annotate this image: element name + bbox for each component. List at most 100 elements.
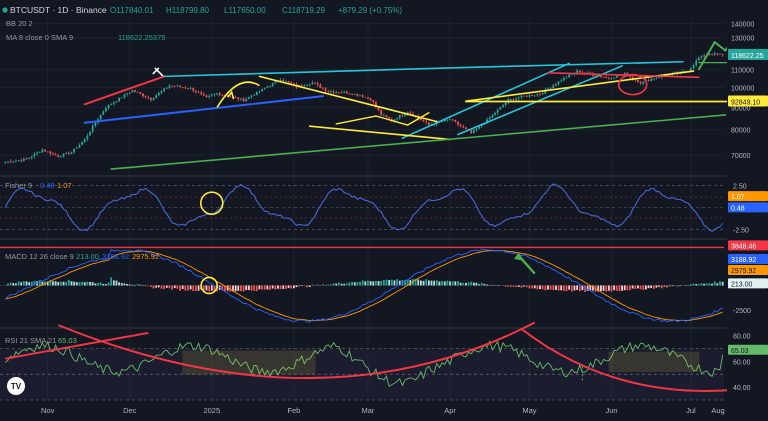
candle-body[interactable] bbox=[221, 94, 224, 96]
candle-body[interactable] bbox=[330, 91, 332, 93]
candle-body[interactable] bbox=[380, 110, 383, 116]
candle-body[interactable] bbox=[462, 126, 465, 128]
candle-body[interactable] bbox=[369, 98, 372, 101]
candle-body[interactable] bbox=[441, 121, 443, 123]
candle-body[interactable] bbox=[28, 157, 31, 159]
candle-body[interactable] bbox=[711, 54, 713, 55]
candle-body[interactable] bbox=[700, 55, 703, 58]
candle-body[interactable] bbox=[266, 86, 269, 88]
candle-body[interactable] bbox=[290, 82, 293, 84]
candle-body[interactable] bbox=[120, 97, 123, 99]
candle-body[interactable] bbox=[173, 85, 176, 87]
candle-body[interactable] bbox=[255, 91, 258, 96]
candle-body[interactable] bbox=[192, 87, 195, 91]
candle-body[interactable] bbox=[237, 97, 240, 100]
candle-body[interactable] bbox=[337, 92, 340, 93]
candle-body[interactable] bbox=[99, 114, 102, 120]
candle-body[interactable] bbox=[361, 95, 364, 98]
candle-body[interactable] bbox=[449, 119, 451, 121]
candle-body[interactable] bbox=[7, 161, 9, 163]
candle-body[interactable] bbox=[195, 90, 197, 93]
candle-body[interactable] bbox=[213, 94, 216, 96]
candle-body[interactable] bbox=[218, 93, 221, 95]
candle-body[interactable] bbox=[245, 98, 248, 102]
candle-body[interactable] bbox=[364, 97, 367, 98]
candle-body[interactable] bbox=[105, 108, 107, 112]
candle-body[interactable] bbox=[605, 77, 608, 79]
candle-body[interactable] bbox=[184, 87, 187, 89]
candle-body[interactable] bbox=[568, 74, 571, 78]
candle-body[interactable] bbox=[274, 81, 277, 83]
candle-body[interactable] bbox=[324, 88, 327, 91]
candle-body[interactable] bbox=[126, 93, 128, 95]
candle-body[interactable] bbox=[409, 112, 412, 114]
candle-body[interactable] bbox=[372, 100, 375, 103]
candle-body[interactable] bbox=[692, 65, 695, 69]
candle-body[interactable] bbox=[285, 81, 287, 82]
candle-body[interactable] bbox=[512, 98, 515, 100]
candle-body[interactable] bbox=[163, 88, 166, 91]
candle-body[interactable] bbox=[525, 95, 528, 97]
candle-body[interactable] bbox=[83, 139, 86, 142]
candle-body[interactable] bbox=[639, 82, 642, 84]
candle-body[interactable] bbox=[165, 87, 168, 89]
candle-body[interactable] bbox=[208, 96, 211, 98]
candle-body[interactable] bbox=[359, 95, 361, 97]
candle-body[interactable] bbox=[637, 79, 639, 83]
candle-body[interactable] bbox=[335, 92, 338, 93]
candle-body[interactable] bbox=[144, 96, 147, 98]
candle-body[interactable] bbox=[52, 153, 54, 155]
rsi-box-right[interactable] bbox=[608, 351, 700, 372]
candle-body[interactable] bbox=[202, 93, 205, 96]
candle-body[interactable] bbox=[86, 135, 89, 140]
candle-body[interactable] bbox=[78, 144, 81, 148]
candle-body[interactable] bbox=[139, 92, 142, 94]
candle-body[interactable] bbox=[319, 84, 322, 88]
candle-body[interactable] bbox=[261, 88, 263, 92]
candle-body[interactable] bbox=[205, 95, 208, 98]
candle-body[interactable] bbox=[200, 92, 203, 94]
candle-body[interactable] bbox=[75, 147, 78, 149]
candle-body[interactable] bbox=[367, 97, 369, 99]
candle-body[interactable] bbox=[247, 96, 250, 99]
candle-body[interactable] bbox=[150, 97, 152, 101]
candle-body[interactable] bbox=[470, 130, 473, 134]
candle-body[interactable] bbox=[721, 53, 724, 55]
candle-body[interactable] bbox=[123, 94, 126, 98]
candle-body[interactable] bbox=[152, 98, 155, 101]
candle-body[interactable] bbox=[258, 91, 261, 93]
candle-body[interactable] bbox=[494, 112, 496, 115]
candle-body[interactable] bbox=[102, 111, 105, 115]
candle-body[interactable] bbox=[216, 93, 218, 95]
candle-body[interactable] bbox=[610, 78, 613, 80]
candle-body[interactable] bbox=[49, 151, 52, 154]
candle-body[interactable] bbox=[697, 57, 700, 61]
candle-body[interactable] bbox=[229, 96, 232, 98]
candle-body[interactable] bbox=[446, 119, 449, 121]
candle-body[interactable] bbox=[716, 53, 719, 55]
candle-body[interactable] bbox=[65, 152, 68, 154]
candle-body[interactable] bbox=[62, 153, 65, 157]
candle-body[interactable] bbox=[343, 91, 346, 93]
candle-body[interactable] bbox=[234, 96, 237, 98]
candle-body[interactable] bbox=[41, 149, 44, 153]
candle-body[interactable] bbox=[263, 87, 266, 89]
candle-body[interactable] bbox=[517, 97, 520, 99]
candle-body[interactable] bbox=[131, 90, 134, 93]
candle-body[interactable] bbox=[57, 155, 60, 158]
candle-body[interactable] bbox=[533, 95, 536, 97]
candle-body[interactable] bbox=[401, 115, 404, 116]
candle-body[interactable] bbox=[54, 153, 57, 156]
candle-body[interactable] bbox=[465, 127, 467, 130]
candle-body[interactable] bbox=[541, 93, 544, 95]
candle-body[interactable] bbox=[12, 161, 15, 163]
candle-body[interactable] bbox=[155, 95, 158, 99]
candle-body[interactable] bbox=[562, 77, 565, 81]
candle-body[interactable] bbox=[499, 106, 502, 110]
candle-body[interactable] bbox=[15, 160, 17, 162]
candle-body[interactable] bbox=[451, 119, 454, 121]
time-axis[interactable]: Nov Dec 2025 Feb Mar Apr May Jun Jul Aug bbox=[0, 401, 768, 421]
candle-body[interactable] bbox=[171, 85, 173, 87]
candle-body[interactable] bbox=[353, 93, 356, 95]
candle-body[interactable] bbox=[425, 121, 428, 123]
